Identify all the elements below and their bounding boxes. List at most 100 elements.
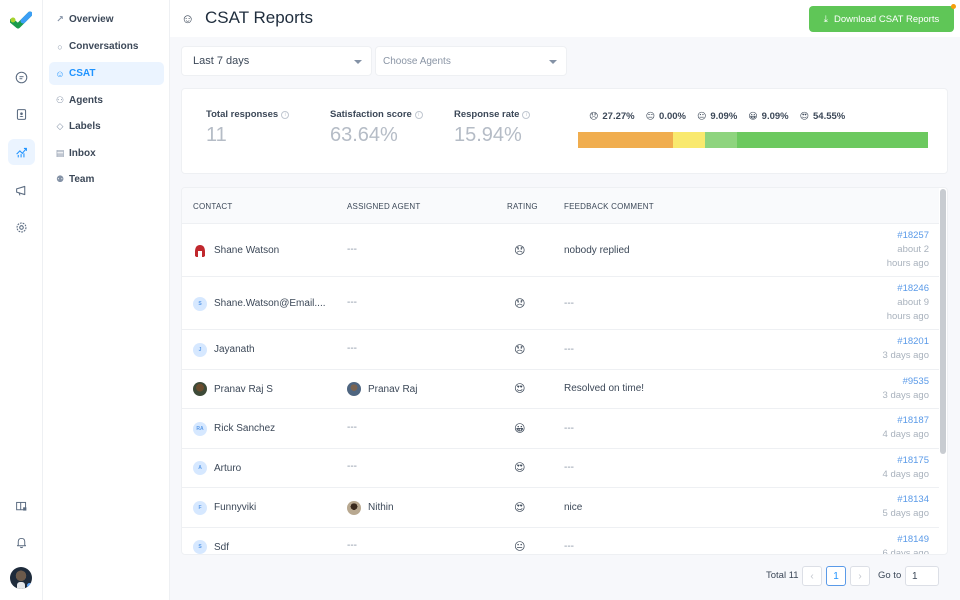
table-row[interactable]: S Sdf --- 😐 --- #18149 6 days ago [182, 528, 939, 555]
inbox-icon: ▤ [55, 148, 65, 158]
rail-item-notifications[interactable] [8, 529, 35, 555]
agents-placeholder: Choose Agents [383, 55, 451, 67]
team-icon: ⚉ [55, 174, 65, 184]
table-row[interactable]: S Shane.Watson@Email.... --- 😞 --- #18246 abou… [182, 277, 939, 330]
metric-response-rate: Response rate i 15.94% [454, 109, 531, 147]
rating-emoji-icon: 😞 [514, 244, 526, 257]
reports-icon [16, 147, 27, 157]
conversation-meta: #18149 6 days ago [882, 533, 929, 555]
goto-label: Go to [878, 570, 902, 581]
contact-cell[interactable]: Shane Watson [193, 244, 279, 258]
conversation-link[interactable]: #18175 [883, 454, 929, 468]
response-time: about 2 [897, 244, 929, 255]
table-row[interactable]: J Jayanath --- 😞 --- #18201 3 days ago [182, 330, 939, 370]
feedback-comment: --- [564, 462, 574, 474]
contact-name: Rick Sanchez [214, 423, 276, 435]
contact-cell[interactable]: J Jayanath [193, 342, 255, 357]
contact-cell[interactable]: F Funnyviki [193, 500, 256, 515]
agent-name: --- [347, 342, 357, 354]
pagination-page-1[interactable]: 1 [826, 566, 846, 586]
rating-emoji-icon: 😀 [748, 111, 758, 121]
table-row[interactable]: RA Rick Sanchez --- 😀 --- #18187 4 days ago [182, 409, 939, 449]
user-avatar[interactable] [10, 567, 32, 589]
primary-sidebar [0, 0, 43, 600]
column-header-feedback-comment: FEEDBACK COMMENT [564, 202, 654, 211]
info-icon[interactable]: i [522, 110, 531, 119]
app-logo[interactable] [10, 11, 32, 31]
contacts-icon [16, 108, 27, 120]
rating-percent: 54.55% [813, 111, 846, 122]
conversation-link[interactable]: #18187 [883, 414, 929, 428]
contact-cell[interactable]: A Arturo [193, 461, 242, 476]
pagination-next-button[interactable]: › [850, 566, 870, 586]
contact-avatar: A [193, 461, 207, 476]
sidebar-item-inbox[interactable]: ▤ Inbox [49, 142, 164, 165]
contact-cell[interactable]: Pranav Raj S [193, 382, 273, 397]
sidebar-item-agents[interactable]: ⚇ Agents [49, 89, 164, 112]
rating-percent: 27.27% [602, 111, 635, 122]
rating-emoji-icon: 😍 [514, 501, 526, 514]
rail-item-contacts[interactable] [8, 101, 35, 127]
table-row[interactable]: Shane Watson --- 😞 nobody replied #18257 abou… [182, 224, 939, 277]
date-range-select[interactable]: Last 7 days [181, 46, 372, 76]
overview-icon: ↗ [56, 14, 64, 24]
sidebar-item-csat[interactable]: ☺ CSAT [49, 62, 164, 85]
page-header: ☺ CSAT Reports ⤓ Download CSAT Reports [170, 0, 960, 37]
contact-cell[interactable]: RA Rick Sanchez [193, 421, 276, 436]
table-row[interactable]: F Funnyviki Nithin 😍 nice #18134 5 days ago [182, 488, 939, 528]
table-body: Shane Watson --- 😞 nobody replied #18257 abou… [182, 224, 939, 555]
rating-bar-segment [737, 132, 928, 148]
agent-name: --- [347, 461, 357, 473]
table-row[interactable]: A Arturo --- 😍 --- #18175 4 days ago [182, 449, 939, 488]
conversation-link[interactable]: #18201 [883, 335, 929, 349]
contact-avatar: S [193, 296, 207, 311]
rating-emoji-icon: 😀 [514, 422, 526, 435]
settings-icon [16, 222, 27, 232]
sidebar-item-conversations[interactable]: ○ Conversations [49, 35, 164, 58]
rating-emoji-icon: 😐 [696, 111, 707, 121]
rating-emoji-icon: 😍 [799, 111, 809, 121]
csat-metrics-card: Total responses i 11 Satisfaction score i … [181, 88, 948, 174]
table-header: CONTACT ASSIGNED AGENT RATING FEEDBACK C… [182, 188, 939, 224]
rail-item-conversations[interactable] [8, 64, 35, 90]
response-time: 6 days ago [882, 547, 929, 555]
agent-name: Nithin [368, 502, 394, 514]
sidebar-item-label: Labels [69, 121, 101, 132]
sidebar-item-label: Agents [69, 95, 103, 106]
contact-avatar: S [193, 540, 207, 554]
contact-name: Arturo [214, 462, 242, 474]
table-scrollbar[interactable] [940, 189, 946, 454]
metric-value: 11 [206, 124, 227, 146]
conversation-link[interactable]: #18134 [883, 493, 929, 507]
agent-avatar [347, 382, 361, 397]
conversation-meta: #18134 5 days ago [883, 493, 929, 521]
agents-select[interactable]: Choose Agents [375, 46, 567, 76]
rating-emoji-icon: 😞 [514, 343, 526, 356]
info-icon[interactable]: i [281, 110, 290, 119]
goto-page-input[interactable]: 1 [905, 566, 939, 586]
pagination-prev-button[interactable]: ‹ [802, 566, 822, 586]
contact-cell[interactable]: S Shane.Watson@Email.... [193, 296, 326, 311]
agent-cell: --- [347, 540, 357, 551]
rating-bar-segment [673, 132, 706, 148]
conversation-link[interactable]: #9535 [883, 375, 929, 389]
info-icon[interactable]: i [414, 110, 423, 119]
conversation-link[interactable]: #18257 [887, 229, 929, 243]
download-csat-reports-button[interactable]: ⤓ Download CSAT Reports [809, 4, 956, 32]
conversation-link[interactable]: #18246 [887, 282, 929, 296]
rating-percent: 9.09% [761, 111, 789, 122]
sidebar-item-overview[interactable]: ↗ Overview [49, 8, 164, 31]
rail-item-dashboard-apps[interactable] [8, 493, 35, 519]
table-row[interactable]: Pranav Raj S Pranav Raj 😍 Resolved on time!… [182, 370, 939, 409]
contact-cell[interactable]: S Sdf [193, 540, 229, 554]
sidebar-item-team[interactable]: ⚉ Team [49, 168, 164, 191]
rail-item-reports[interactable] [8, 139, 35, 165]
rating-bar-segment [578, 132, 674, 148]
rail-item-campaigns[interactable] [8, 177, 35, 203]
conversation-link[interactable]: #18149 [883, 533, 929, 547]
agent-cell: --- [347, 422, 357, 433]
contact-avatar: F [193, 500, 207, 515]
rail-item-settings[interactable] [8, 214, 35, 240]
pagination-total: Total 11 [766, 570, 799, 581]
sidebar-item-labels[interactable]: ◇ Labels [49, 115, 164, 138]
